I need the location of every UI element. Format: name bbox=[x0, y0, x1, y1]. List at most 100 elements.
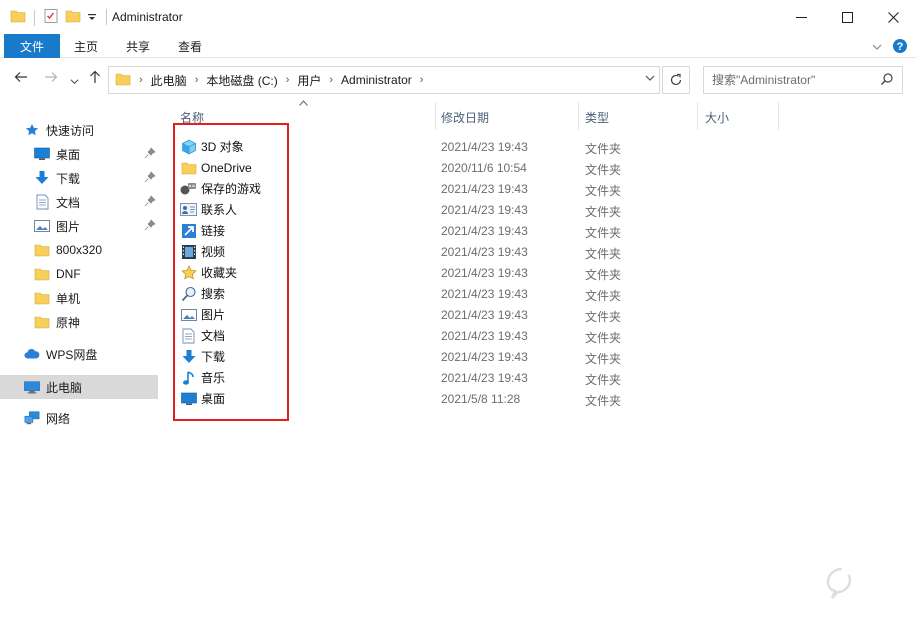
favorites-icon bbox=[180, 264, 197, 281]
file-name: 文档 bbox=[201, 329, 226, 343]
navigation-pane: 快速访问 桌面 下载 文档 图片 800x320 DNF 单机 原神 WPS网盘… bbox=[0, 114, 162, 618]
sidebar-item-this-pc[interactable]: 此电脑 bbox=[0, 375, 158, 399]
sidebar-item-documents[interactable]: 文档 bbox=[0, 190, 158, 214]
watermark-mark-icon bbox=[826, 567, 852, 599]
forward-button[interactable] bbox=[44, 70, 58, 87]
search-icon[interactable] bbox=[880, 72, 894, 89]
address-dropdown-icon[interactable] bbox=[645, 73, 655, 86]
pin-icon[interactable] bbox=[144, 171, 156, 186]
breadcrumb-administrator[interactable]: Administrator bbox=[341, 73, 412, 87]
pin-icon[interactable] bbox=[144, 195, 156, 210]
back-button[interactable] bbox=[14, 70, 28, 87]
file-row-downloads[interactable]: 下载 2021/4/23 19:43 文件夹 bbox=[176, 346, 676, 367]
column-header-date[interactable]: 修改日期 bbox=[441, 104, 489, 130]
tab-file[interactable]: 文件 bbox=[4, 34, 60, 58]
file-date: 2020/11/6 10:54 bbox=[441, 161, 527, 175]
maximize-button[interactable] bbox=[824, 0, 870, 34]
sidebar-item-genshin[interactable]: 原神 bbox=[0, 310, 158, 334]
file-name: 桌面 bbox=[201, 392, 226, 406]
cloud-icon bbox=[24, 346, 40, 362]
sidebar-item-dnf[interactable]: DNF bbox=[0, 262, 158, 286]
column-divider[interactable] bbox=[697, 102, 698, 130]
up-button[interactable] bbox=[88, 70, 102, 87]
file-row-pictures[interactable]: 图片 2021/4/23 19:43 文件夹 bbox=[176, 304, 676, 325]
file-date: 2021/4/23 19:43 bbox=[441, 182, 528, 196]
file-row-documents[interactable]: 文档 2021/4/23 19:43 文件夹 bbox=[176, 325, 676, 346]
refresh-button[interactable] bbox=[662, 66, 690, 94]
sidebar-item-quick-access[interactable]: 快速访问 bbox=[0, 118, 158, 142]
download-icon bbox=[34, 170, 50, 186]
help-icon[interactable]: ? bbox=[892, 38, 908, 57]
file-row-videos[interactable]: 视频 2021/4/23 19:43 文件夹 bbox=[176, 241, 676, 262]
file-row-links[interactable]: 链接 2021/4/23 19:43 文件夹 bbox=[176, 220, 676, 241]
customize-toolbar-icon[interactable] bbox=[87, 11, 97, 25]
column-header-name[interactable]: 名称 bbox=[180, 104, 204, 130]
chevron-right-icon[interactable]: › bbox=[195, 74, 199, 86]
new-folder-icon[interactable] bbox=[65, 8, 81, 27]
document-icon bbox=[34, 194, 50, 210]
tab-home[interactable]: 主页 bbox=[62, 34, 110, 58]
contacts-icon bbox=[180, 201, 197, 218]
file-row-music[interactable]: 音乐 2021/4/23 19:43 文件夹 bbox=[176, 367, 676, 388]
column-divider[interactable] bbox=[778, 102, 779, 130]
3d-objects-icon bbox=[180, 138, 197, 155]
file-name: 图片 bbox=[201, 308, 226, 322]
properties-icon[interactable] bbox=[43, 8, 59, 27]
file-row-onedrive[interactable]: OneDrive 2020/11/6 10:54 文件夹 bbox=[176, 157, 676, 178]
file-name: 收藏夹 bbox=[201, 266, 238, 280]
breadcrumb-users[interactable]: 用户 bbox=[297, 72, 321, 89]
file-date: 2021/5/8 11:28 bbox=[441, 392, 521, 406]
file-row-searches[interactable]: 搜索 2021/4/23 19:43 文件夹 bbox=[176, 283, 676, 304]
title-divider bbox=[106, 9, 107, 25]
tab-share[interactable]: 共享 bbox=[114, 34, 162, 58]
column-divider[interactable] bbox=[578, 102, 579, 130]
chevron-right-icon[interactable]: › bbox=[420, 74, 424, 86]
sidebar-item-single-player[interactable]: 单机 bbox=[0, 286, 158, 310]
file-type: 文件夹 bbox=[585, 163, 622, 177]
file-row-saved-games[interactable]: 保存的游戏 2021/4/23 19:43 文件夹 bbox=[176, 178, 676, 199]
file-name: 视频 bbox=[201, 245, 226, 259]
chevron-right-icon[interactable]: › bbox=[286, 74, 290, 86]
tab-view[interactable]: 查看 bbox=[166, 34, 214, 58]
sidebar-item-label: 文档 bbox=[56, 195, 81, 210]
breadcrumb-this-pc[interactable]: 此电脑 bbox=[151, 72, 187, 89]
pin-icon[interactable] bbox=[144, 147, 156, 162]
file-date: 2021/4/23 19:43 bbox=[441, 329, 528, 343]
file-row-desktop[interactable]: 桌面 2021/5/8 11:28 文件夹 bbox=[176, 388, 676, 409]
sidebar-item-wps-cloud[interactable]: WPS网盘 bbox=[0, 342, 158, 366]
close-button[interactable] bbox=[870, 0, 916, 34]
sidebar-item-downloads[interactable]: 下载 bbox=[0, 166, 158, 190]
sidebar-item-desktop[interactable]: 桌面 bbox=[0, 142, 158, 166]
expand-ribbon-icon[interactable] bbox=[872, 41, 882, 55]
column-header-size[interactable]: 大小 bbox=[705, 104, 729, 130]
quick-access-toolbar bbox=[10, 8, 97, 27]
file-row-favorites[interactable]: 收藏夹 2021/4/23 19:43 文件夹 bbox=[176, 262, 676, 283]
sidebar-item-pictures[interactable]: 图片 bbox=[0, 214, 158, 238]
sidebar-item-label: 桌面 bbox=[56, 147, 81, 162]
search-input[interactable] bbox=[712, 73, 872, 87]
videos-icon bbox=[180, 243, 197, 260]
chevron-right-icon[interactable]: › bbox=[139, 74, 143, 86]
file-date: 2021/4/23 19:43 bbox=[441, 287, 528, 301]
minimize-button[interactable] bbox=[778, 0, 824, 34]
file-row-3d-objects[interactable]: 3D 对象 2021/4/23 19:43 文件夹 bbox=[176, 136, 676, 157]
file-row-contacts[interactable]: 联系人 2021/4/23 19:43 文件夹 bbox=[176, 199, 676, 220]
file-type: 文件夹 bbox=[585, 226, 622, 240]
file-type: 文件夹 bbox=[585, 142, 622, 156]
picture-icon bbox=[34, 218, 50, 234]
file-type: 文件夹 bbox=[585, 331, 622, 345]
breadcrumb-local-disk[interactable]: 本地磁盘 (C:) bbox=[206, 72, 277, 89]
sidebar-item-label: 网络 bbox=[46, 411, 71, 426]
column-header-type[interactable]: 类型 bbox=[585, 104, 609, 130]
folder-icon bbox=[34, 314, 50, 330]
column-divider[interactable] bbox=[435, 102, 436, 130]
recent-locations-icon[interactable] bbox=[70, 73, 79, 89]
sidebar-item-network[interactable]: 网络 bbox=[0, 406, 158, 430]
downloads-icon bbox=[180, 348, 197, 365]
sidebar-item-800x320[interactable]: 800x320 bbox=[0, 238, 158, 262]
ribbon-tabs: 文件 主页 共享 查看 ? bbox=[0, 34, 916, 58]
chevron-right-icon[interactable]: › bbox=[329, 74, 333, 86]
address-bar[interactable]: › 此电脑 › 本地磁盘 (C:) › 用户 › Administrator › bbox=[108, 66, 660, 94]
pin-icon[interactable] bbox=[144, 219, 156, 234]
search-box[interactable] bbox=[703, 66, 903, 94]
